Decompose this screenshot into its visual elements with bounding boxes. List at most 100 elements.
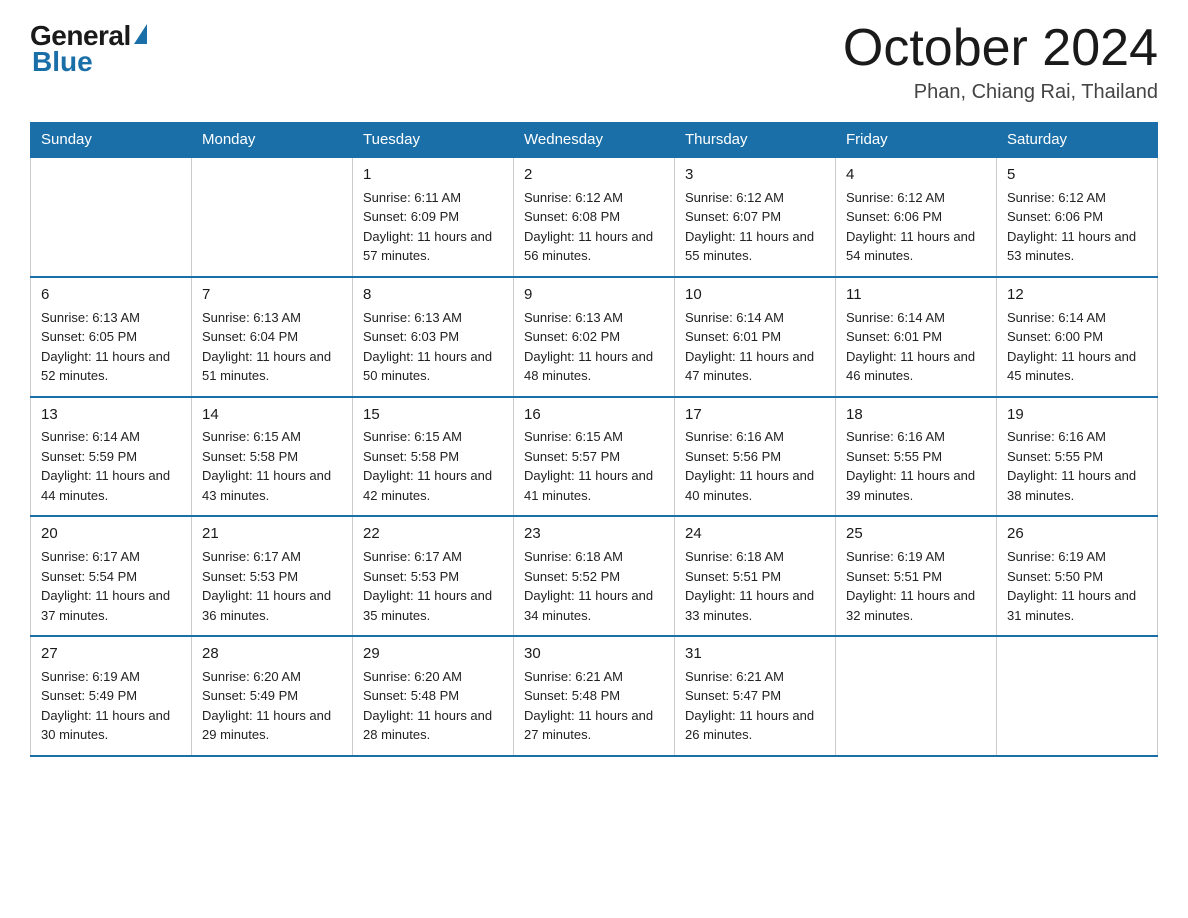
- calendar-cell: 26Sunrise: 6:19 AMSunset: 5:50 PMDayligh…: [997, 516, 1158, 636]
- calendar-cell: 10Sunrise: 6:14 AMSunset: 6:01 PMDayligh…: [675, 277, 836, 397]
- calendar-cell: [192, 157, 353, 277]
- day-info: Sunrise: 6:13 AMSunset: 6:03 PMDaylight:…: [363, 308, 503, 386]
- day-number: 3: [685, 164, 825, 186]
- day-number: 23: [524, 523, 664, 545]
- day-number: 14: [202, 404, 342, 426]
- day-info: Sunrise: 6:15 AMSunset: 5:58 PMDaylight:…: [363, 427, 503, 505]
- calendar-cell: 8Sunrise: 6:13 AMSunset: 6:03 PMDaylight…: [353, 277, 514, 397]
- calendar-week-row: 6Sunrise: 6:13 AMSunset: 6:05 PMDaylight…: [31, 277, 1158, 397]
- calendar-cell: 20Sunrise: 6:17 AMSunset: 5:54 PMDayligh…: [31, 516, 192, 636]
- day-info: Sunrise: 6:14 AMSunset: 6:00 PMDaylight:…: [1007, 308, 1147, 386]
- day-number: 7: [202, 284, 342, 306]
- calendar-cell: 24Sunrise: 6:18 AMSunset: 5:51 PMDayligh…: [675, 516, 836, 636]
- weekday-header-thursday: Thursday: [675, 123, 836, 158]
- day-info: Sunrise: 6:13 AMSunset: 6:04 PMDaylight:…: [202, 308, 342, 386]
- day-info: Sunrise: 6:16 AMSunset: 5:55 PMDaylight:…: [846, 427, 986, 505]
- day-number: 12: [1007, 284, 1147, 306]
- calendar-cell: 25Sunrise: 6:19 AMSunset: 5:51 PMDayligh…: [836, 516, 997, 636]
- calendar-cell: 4Sunrise: 6:12 AMSunset: 6:06 PMDaylight…: [836, 157, 997, 277]
- calendar-cell: [836, 636, 997, 756]
- calendar-cell: 19Sunrise: 6:16 AMSunset: 5:55 PMDayligh…: [997, 397, 1158, 517]
- day-info: Sunrise: 6:17 AMSunset: 5:54 PMDaylight:…: [41, 547, 181, 625]
- day-number: 29: [363, 643, 503, 665]
- day-number: 5: [1007, 164, 1147, 186]
- day-number: 28: [202, 643, 342, 665]
- day-number: 25: [846, 523, 986, 545]
- day-number: 22: [363, 523, 503, 545]
- weekday-header-monday: Monday: [192, 123, 353, 158]
- weekday-header-sunday: Sunday: [31, 123, 192, 158]
- title-block: October 2024 Phan, Chiang Rai, Thailand: [843, 20, 1158, 104]
- logo-triangle-icon: [134, 24, 147, 44]
- day-number: 13: [41, 404, 181, 426]
- day-number: 9: [524, 284, 664, 306]
- calendar-cell: 28Sunrise: 6:20 AMSunset: 5:49 PMDayligh…: [192, 636, 353, 756]
- calendar-cell: [31, 157, 192, 277]
- day-number: 21: [202, 523, 342, 545]
- day-number: 24: [685, 523, 825, 545]
- day-info: Sunrise: 6:20 AMSunset: 5:49 PMDaylight:…: [202, 667, 342, 745]
- day-info: Sunrise: 6:19 AMSunset: 5:50 PMDaylight:…: [1007, 547, 1147, 625]
- day-info: Sunrise: 6:18 AMSunset: 5:51 PMDaylight:…: [685, 547, 825, 625]
- day-number: 19: [1007, 404, 1147, 426]
- calendar-cell: 7Sunrise: 6:13 AMSunset: 6:04 PMDaylight…: [192, 277, 353, 397]
- calendar-cell: 15Sunrise: 6:15 AMSunset: 5:58 PMDayligh…: [353, 397, 514, 517]
- calendar-cell: 22Sunrise: 6:17 AMSunset: 5:53 PMDayligh…: [353, 516, 514, 636]
- day-info: Sunrise: 6:19 AMSunset: 5:51 PMDaylight:…: [846, 547, 986, 625]
- day-info: Sunrise: 6:15 AMSunset: 5:58 PMDaylight:…: [202, 427, 342, 505]
- day-number: 16: [524, 404, 664, 426]
- calendar-cell: 14Sunrise: 6:15 AMSunset: 5:58 PMDayligh…: [192, 397, 353, 517]
- calendar-cell: 31Sunrise: 6:21 AMSunset: 5:47 PMDayligh…: [675, 636, 836, 756]
- calendar-cell: 9Sunrise: 6:13 AMSunset: 6:02 PMDaylight…: [514, 277, 675, 397]
- day-number: 30: [524, 643, 664, 665]
- day-number: 31: [685, 643, 825, 665]
- calendar-title: October 2024: [843, 20, 1158, 77]
- day-number: 17: [685, 404, 825, 426]
- calendar-cell: 2Sunrise: 6:12 AMSunset: 6:08 PMDaylight…: [514, 157, 675, 277]
- day-number: 6: [41, 284, 181, 306]
- logo-blue-text: Blue: [30, 46, 147, 78]
- day-number: 11: [846, 284, 986, 306]
- calendar-cell: 6Sunrise: 6:13 AMSunset: 6:05 PMDaylight…: [31, 277, 192, 397]
- weekday-header-wednesday: Wednesday: [514, 123, 675, 158]
- calendar-cell: 29Sunrise: 6:20 AMSunset: 5:48 PMDayligh…: [353, 636, 514, 756]
- calendar-cell: 1Sunrise: 6:11 AMSunset: 6:09 PMDaylight…: [353, 157, 514, 277]
- weekday-header-tuesday: Tuesday: [353, 123, 514, 158]
- day-info: Sunrise: 6:16 AMSunset: 5:56 PMDaylight:…: [685, 427, 825, 505]
- day-info: Sunrise: 6:11 AMSunset: 6:09 PMDaylight:…: [363, 188, 503, 266]
- calendar-week-row: 27Sunrise: 6:19 AMSunset: 5:49 PMDayligh…: [31, 636, 1158, 756]
- day-info: Sunrise: 6:17 AMSunset: 5:53 PMDaylight:…: [363, 547, 503, 625]
- day-info: Sunrise: 6:12 AMSunset: 6:07 PMDaylight:…: [685, 188, 825, 266]
- calendar-table: SundayMondayTuesdayWednesdayThursdayFrid…: [30, 122, 1158, 757]
- day-info: Sunrise: 6:13 AMSunset: 6:05 PMDaylight:…: [41, 308, 181, 386]
- day-number: 8: [363, 284, 503, 306]
- day-number: 4: [846, 164, 986, 186]
- calendar-cell: 17Sunrise: 6:16 AMSunset: 5:56 PMDayligh…: [675, 397, 836, 517]
- calendar-cell: [997, 636, 1158, 756]
- day-number: 27: [41, 643, 181, 665]
- day-info: Sunrise: 6:20 AMSunset: 5:48 PMDaylight:…: [363, 667, 503, 745]
- logo: General Blue: [30, 20, 147, 78]
- calendar-cell: 12Sunrise: 6:14 AMSunset: 6:00 PMDayligh…: [997, 277, 1158, 397]
- weekday-header-friday: Friday: [836, 123, 997, 158]
- calendar-cell: 3Sunrise: 6:12 AMSunset: 6:07 PMDaylight…: [675, 157, 836, 277]
- day-info: Sunrise: 6:13 AMSunset: 6:02 PMDaylight:…: [524, 308, 664, 386]
- calendar-cell: 11Sunrise: 6:14 AMSunset: 6:01 PMDayligh…: [836, 277, 997, 397]
- day-number: 2: [524, 164, 664, 186]
- day-number: 15: [363, 404, 503, 426]
- day-number: 20: [41, 523, 181, 545]
- calendar-cell: 18Sunrise: 6:16 AMSunset: 5:55 PMDayligh…: [836, 397, 997, 517]
- calendar-cell: 13Sunrise: 6:14 AMSunset: 5:59 PMDayligh…: [31, 397, 192, 517]
- calendar-week-row: 20Sunrise: 6:17 AMSunset: 5:54 PMDayligh…: [31, 516, 1158, 636]
- day-info: Sunrise: 6:12 AMSunset: 6:06 PMDaylight:…: [846, 188, 986, 266]
- calendar-cell: 21Sunrise: 6:17 AMSunset: 5:53 PMDayligh…: [192, 516, 353, 636]
- weekday-header-saturday: Saturday: [997, 123, 1158, 158]
- day-info: Sunrise: 6:19 AMSunset: 5:49 PMDaylight:…: [41, 667, 181, 745]
- day-info: Sunrise: 6:12 AMSunset: 6:08 PMDaylight:…: [524, 188, 664, 266]
- day-info: Sunrise: 6:21 AMSunset: 5:47 PMDaylight:…: [685, 667, 825, 745]
- day-info: Sunrise: 6:12 AMSunset: 6:06 PMDaylight:…: [1007, 188, 1147, 266]
- calendar-week-row: 1Sunrise: 6:11 AMSunset: 6:09 PMDaylight…: [31, 157, 1158, 277]
- calendar-cell: 23Sunrise: 6:18 AMSunset: 5:52 PMDayligh…: [514, 516, 675, 636]
- calendar-cell: 27Sunrise: 6:19 AMSunset: 5:49 PMDayligh…: [31, 636, 192, 756]
- day-info: Sunrise: 6:16 AMSunset: 5:55 PMDaylight:…: [1007, 427, 1147, 505]
